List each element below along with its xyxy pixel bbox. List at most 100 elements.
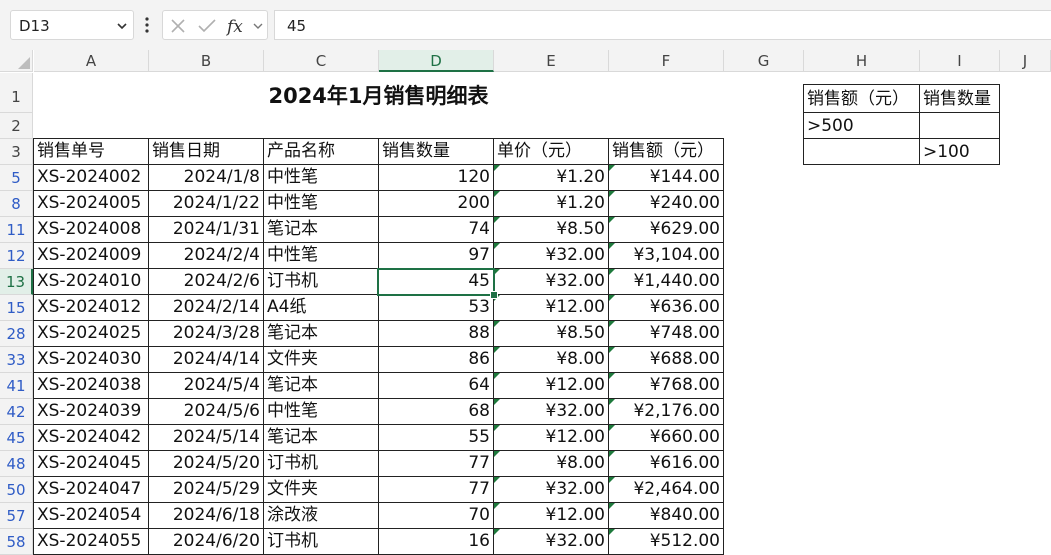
table-cell[interactable]: 订书机 xyxy=(264,269,379,295)
select-all-corner[interactable] xyxy=(0,50,33,72)
column-header-d[interactable]: D xyxy=(379,50,494,72)
column-header-j[interactable]: J xyxy=(1000,50,1051,72)
table-header-cell[interactable]: 单价（元） xyxy=(494,139,609,165)
table-cell[interactable]: ¥688.00 xyxy=(609,347,724,373)
table-cell[interactable]: 74 xyxy=(379,217,494,243)
table-cell[interactable]: 45 xyxy=(379,269,494,295)
table-cell[interactable]: ¥616.00 xyxy=(609,451,724,477)
column-header-b[interactable]: B xyxy=(149,50,264,72)
close-icon[interactable] xyxy=(169,17,187,35)
table-cell[interactable]: ¥32.00 xyxy=(494,529,609,555)
table-cell[interactable]: ¥660.00 xyxy=(609,425,724,451)
table-cell[interactable]: 中性笔 xyxy=(264,243,379,269)
table-cell[interactable]: 文件夹 xyxy=(264,347,379,373)
table-cell[interactable]: ¥8.50 xyxy=(494,217,609,243)
table-cell[interactable]: 2024/1/8 xyxy=(149,165,264,191)
table-cell[interactable]: 53 xyxy=(379,295,494,321)
table-cell[interactable]: 笔记本 xyxy=(264,425,379,451)
fill-handle[interactable] xyxy=(490,291,498,299)
row-header-57[interactable]: 57 xyxy=(0,503,33,529)
table-cell[interactable]: 文件夹 xyxy=(264,477,379,503)
table-cell[interactable]: ¥8.00 xyxy=(494,347,609,373)
row-header-45[interactable]: 45 xyxy=(0,425,33,451)
table-cell[interactable]: 2024/2/4 xyxy=(149,243,264,269)
table-cell[interactable]: ¥3,104.00 xyxy=(609,243,724,269)
table-cell[interactable]: ¥32.00 xyxy=(494,269,609,295)
table-cell[interactable]: 77 xyxy=(379,477,494,503)
row-header-5[interactable]: 5 xyxy=(0,165,33,191)
row-header-8[interactable]: 8 xyxy=(0,191,33,217)
table-cell[interactable]: ¥32.00 xyxy=(494,399,609,425)
table-cell[interactable]: 120 xyxy=(379,165,494,191)
table-cell[interactable]: XS-2024005 xyxy=(34,191,149,217)
sheet-title[interactable]: 2024年1月销售明细表 xyxy=(34,73,723,121)
table-cell[interactable]: 86 xyxy=(379,347,494,373)
table-cell[interactable]: 2024/5/4 xyxy=(149,373,264,399)
table-cell[interactable]: 55 xyxy=(379,425,494,451)
row-header-13[interactable]: 13 xyxy=(0,269,33,295)
table-cell[interactable]: 88 xyxy=(379,321,494,347)
table-cell[interactable]: XS-2024030 xyxy=(34,347,149,373)
chevron-down-icon[interactable] xyxy=(251,19,265,33)
table-cell[interactable]: 中性笔 xyxy=(264,191,379,217)
table-cell[interactable]: ¥32.00 xyxy=(494,477,609,503)
table-cell[interactable]: ¥2,464.00 xyxy=(609,477,724,503)
row-header-12[interactable]: 12 xyxy=(0,243,33,269)
table-cell[interactable]: XS-2024010 xyxy=(34,269,149,295)
chevron-down-icon[interactable] xyxy=(115,19,129,33)
table-cell[interactable]: ¥748.00 xyxy=(609,321,724,347)
table-cell[interactable]: 中性笔 xyxy=(264,165,379,191)
row-header-3[interactable]: 3 xyxy=(0,139,33,165)
table-cell[interactable]: 订书机 xyxy=(264,529,379,555)
table-cell[interactable]: 笔记本 xyxy=(264,321,379,347)
table-cell[interactable]: 2024/2/6 xyxy=(149,269,264,295)
row-header-15[interactable]: 15 xyxy=(0,295,33,321)
table-cell[interactable]: ¥32.00 xyxy=(494,243,609,269)
criteria-cell[interactable] xyxy=(804,139,920,165)
row-header-33[interactable]: 33 xyxy=(0,347,33,373)
table-cell[interactable]: 200 xyxy=(379,191,494,217)
column-header-g[interactable]: G xyxy=(724,50,804,72)
table-cell[interactable]: XS-2024055 xyxy=(34,529,149,555)
table-cell[interactable]: 97 xyxy=(379,243,494,269)
table-cell[interactable]: ¥840.00 xyxy=(609,503,724,529)
table-cell[interactable]: 中性笔 xyxy=(264,399,379,425)
table-header-cell[interactable]: 销售数量 xyxy=(379,139,494,165)
table-cell[interactable]: ¥1.20 xyxy=(494,191,609,217)
table-cell[interactable]: XS-2024039 xyxy=(34,399,149,425)
table-cell[interactable]: 2024/1/31 xyxy=(149,217,264,243)
table-cell[interactable]: 2024/5/14 xyxy=(149,425,264,451)
table-cell[interactable]: XS-2024008 xyxy=(34,217,149,243)
row-header-42[interactable]: 42 xyxy=(0,399,33,425)
table-cell[interactable]: ¥240.00 xyxy=(609,191,724,217)
column-header-h[interactable]: H xyxy=(804,50,920,72)
row-header-2[interactable]: 2 xyxy=(0,113,33,139)
table-cell[interactable]: ¥629.00 xyxy=(609,217,724,243)
row-header-48[interactable]: 48 xyxy=(0,451,33,477)
table-cell[interactable]: A4纸 xyxy=(264,295,379,321)
column-header-f[interactable]: F xyxy=(609,50,724,72)
table-cell[interactable]: XS-2024002 xyxy=(34,165,149,191)
table-header-cell[interactable]: 产品名称 xyxy=(264,139,379,165)
table-cell[interactable]: ¥12.00 xyxy=(494,373,609,399)
table-cell[interactable]: 2024/6/20 xyxy=(149,529,264,555)
criteria-cell[interactable]: >100 xyxy=(920,139,1000,165)
table-cell[interactable]: ¥12.00 xyxy=(494,503,609,529)
fx-icon[interactable]: fx xyxy=(225,15,247,37)
column-header-c[interactable]: C xyxy=(264,50,379,72)
criteria-cell[interactable] xyxy=(920,113,1000,139)
table-cell[interactable]: ¥1.20 xyxy=(494,165,609,191)
table-cell[interactable]: 2024/6/18 xyxy=(149,503,264,529)
table-cell[interactable]: 68 xyxy=(379,399,494,425)
formula-input[interactable]: 45 xyxy=(274,10,1051,40)
table-cell[interactable]: 77 xyxy=(379,451,494,477)
column-header-a[interactable]: A xyxy=(34,50,149,72)
row-header-58[interactable]: 58 xyxy=(0,529,33,555)
criteria-cell[interactable]: 销售额（元） xyxy=(804,85,920,113)
table-cell[interactable]: 2024/5/6 xyxy=(149,399,264,425)
vertical-dots-icon[interactable] xyxy=(144,15,150,35)
row-header-11[interactable]: 11 xyxy=(0,217,33,243)
table-cell[interactable]: 2024/5/29 xyxy=(149,477,264,503)
table-cell[interactable]: ¥8.50 xyxy=(494,321,609,347)
table-cell[interactable]: ¥636.00 xyxy=(609,295,724,321)
